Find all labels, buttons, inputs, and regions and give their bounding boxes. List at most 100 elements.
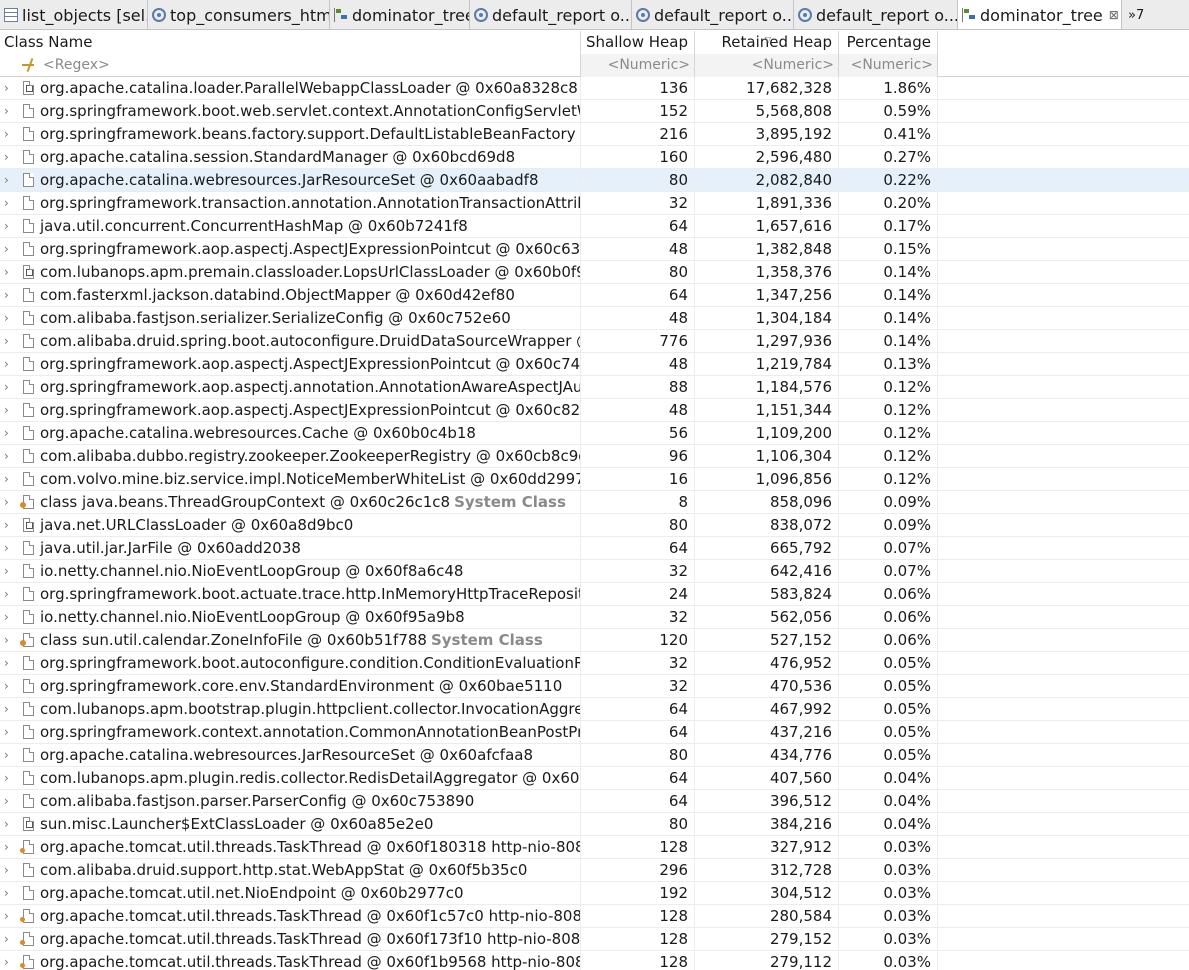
tab-top-consumers-html[interactable]: top_consumers_html	[148, 0, 330, 29]
table-row[interactable]: › org.springframework.aop.aspectj.AspectJ…	[0, 353, 1189, 376]
expand-chevron-icon[interactable]: ›	[4, 721, 14, 743]
table-row[interactable]: › java.util.concurrent.ConcurrentHashMap …	[0, 215, 1189, 238]
expand-chevron-icon[interactable]: ›	[4, 629, 14, 651]
tab-list-objects-sel[interactable]: list_objects [sel...	[0, 0, 148, 29]
table-row[interactable]: › org.apache.tomcat.util.net.NioEndpoint …	[0, 882, 1189, 905]
table-row[interactable]: › com.alibaba.fastjson.serializer.Seriali…	[0, 307, 1189, 330]
table-row[interactable]: › org.springframework.core.env.StandardEn…	[0, 675, 1189, 698]
tab-default-report-o[interactable]: default_report o...	[470, 0, 632, 29]
expand-chevron-icon[interactable]: ›	[4, 445, 14, 467]
expand-chevron-icon[interactable]: ›	[4, 215, 14, 237]
table-row[interactable]: › com.alibaba.druid.spring.boot.autoconfi…	[0, 330, 1189, 353]
expand-chevron-icon[interactable]: ›	[4, 836, 14, 858]
expand-chevron-icon[interactable]: ›	[4, 744, 14, 766]
table-row[interactable]: › com.lubanops.apm.plugin.redis.collector…	[0, 767, 1189, 790]
expand-chevron-icon[interactable]: ›	[4, 790, 14, 812]
expand-chevron-icon[interactable]: ›	[4, 100, 14, 122]
expand-chevron-icon[interactable]: ›	[4, 928, 14, 950]
retained-heap-cell: 2,596,480	[695, 146, 839, 169]
expand-chevron-icon[interactable]: ›	[4, 537, 14, 559]
expand-chevron-icon[interactable]: ›	[4, 399, 14, 421]
table-row[interactable]: › java.util.jar.JarFile @ 0x60add2038 64 66…	[0, 537, 1189, 560]
shallow-heap-filter[interactable]: <Numeric>	[581, 54, 695, 77]
table-row[interactable]: › org.apache.catalina.session.StandardMan…	[0, 146, 1189, 169]
retained-heap-filter[interactable]: <Numeric>	[695, 54, 839, 77]
expand-chevron-icon[interactable]: ›	[4, 491, 14, 513]
tab-dominator-tree[interactable]: dominator_tree	[330, 0, 470, 29]
table-row[interactable]: › sun.misc.Launcher$ExtClassLoader @ 0x60…	[0, 813, 1189, 836]
table-row[interactable]: › java.net.URLClassLoader @ 0x60a8d9bc0 80…	[0, 514, 1189, 537]
expand-chevron-icon[interactable]: ›	[4, 307, 14, 329]
class-name-filter[interactable]: <Regex>	[0, 54, 581, 77]
shallow-heap-cell: 32	[581, 652, 695, 675]
expand-chevron-icon[interactable]: ›	[4, 146, 14, 168]
table-row[interactable]: › com.lubanops.apm.premain.classloader.Lo…	[0, 261, 1189, 284]
table-row[interactable]: › org.springframework.context.annotation.…	[0, 721, 1189, 744]
expand-chevron-icon[interactable]: ›	[4, 169, 14, 191]
table-row[interactable]: › com.alibaba.druid.support.http.stat.Web…	[0, 859, 1189, 882]
table-row[interactable]: › org.springframework.aop.aspectj.AspectJ…	[0, 399, 1189, 422]
table-row[interactable]: › org.springframework.boot.actuate.trace.…	[0, 583, 1189, 606]
column-header-retained-heap[interactable]: ▽ Retained Heap	[695, 31, 839, 54]
class-name-text: org.springframework.aop.aspectj.AspectJE…	[40, 355, 581, 373]
table-row[interactable]: › com.lubanops.apm.bootstrap.plugin.httpc…	[0, 698, 1189, 721]
expand-chevron-icon[interactable]: ›	[4, 951, 14, 970]
expand-chevron-icon[interactable]: ›	[4, 767, 14, 789]
expand-chevron-icon[interactable]: ›	[4, 905, 14, 927]
expand-chevron-icon[interactable]: ›	[4, 652, 14, 674]
expand-chevron-icon[interactable]: ›	[4, 422, 14, 444]
expand-chevron-icon[interactable]: ›	[4, 284, 14, 306]
expand-chevron-icon[interactable]: ›	[4, 261, 14, 283]
table-row[interactable]: › org.apache.catalina.webresources.JarRes…	[0, 169, 1189, 192]
close-icon[interactable]: ⊠	[1109, 8, 1119, 22]
table-row[interactable]: › org.apache.tomcat.util.threads.TaskThre…	[0, 836, 1189, 859]
table-row[interactable]: › org.springframework.beans.factory.suppo…	[0, 123, 1189, 146]
expand-chevron-icon[interactable]: ›	[4, 353, 14, 375]
table-row[interactable]: › org.apache.tomcat.util.threads.TaskThre…	[0, 928, 1189, 951]
table-row[interactable]: › com.volvo.mine.biz.service.impl.NoticeM…	[0, 468, 1189, 491]
table-row[interactable]: › org.apache.catalina.loader.ParallelWeba…	[0, 77, 1189, 100]
expand-chevron-icon[interactable]: ›	[4, 77, 14, 99]
table-row[interactable]: › org.apache.tomcat.util.threads.TaskThre…	[0, 905, 1189, 928]
expand-chevron-icon[interactable]: ›	[4, 560, 14, 582]
expand-chevron-icon[interactable]: ›	[4, 698, 14, 720]
expand-chevron-icon[interactable]: ›	[4, 192, 14, 214]
expand-chevron-icon[interactable]: ›	[4, 514, 14, 536]
table-row[interactable]: › org.springframework.boot.web.servlet.co…	[0, 100, 1189, 123]
expand-chevron-icon[interactable]: ›	[4, 606, 14, 628]
table-row[interactable]: › org.apache.catalina.webresources.JarRes…	[0, 744, 1189, 767]
tab-default-report-o[interactable]: default_report o...	[632, 0, 794, 29]
expand-chevron-icon[interactable]: ›	[4, 583, 14, 605]
percentage-cell: 0.12%	[839, 422, 938, 445]
table-row[interactable]: › class java.beans.ThreadGroupContext @ 0…	[0, 491, 1189, 514]
expand-chevron-icon[interactable]: ›	[4, 675, 14, 697]
table-row[interactable]: › io.netty.channel.nio.NioEventLoopGroup …	[0, 606, 1189, 629]
table-row[interactable]: › io.netty.channel.nio.NioEventLoopGroup …	[0, 560, 1189, 583]
column-header-shallow-heap[interactable]: Shallow Heap	[581, 31, 695, 54]
table-row[interactable]: › com.alibaba.dubbo.registry.zookeeper.Zo…	[0, 445, 1189, 468]
tab-default-report-o[interactable]: default_report o...	[794, 0, 958, 29]
column-header-class-name[interactable]: Class Name	[0, 31, 581, 54]
expand-chevron-icon[interactable]: ›	[4, 330, 14, 352]
table-row[interactable]: › org.springframework.aop.aspectj.annotat…	[0, 376, 1189, 399]
table-row[interactable]: › com.fasterxml.jackson.databind.ObjectMa…	[0, 284, 1189, 307]
table-row[interactable]: › org.apache.catalina.webresources.Cache …	[0, 422, 1189, 445]
tab-dominator-tree[interactable]: dominator_tree ⊠	[958, 0, 1122, 29]
table-row[interactable]: › com.alibaba.fastjson.parser.ParserConfi…	[0, 790, 1189, 813]
column-header-percentage[interactable]: Percentage	[839, 31, 938, 54]
tab-overflow-button[interactable]: »7	[1122, 0, 1150, 29]
expand-chevron-icon[interactable]: ›	[4, 813, 14, 835]
percentage-filter[interactable]: <Numeric>	[839, 54, 938, 77]
expand-chevron-icon[interactable]: ›	[4, 376, 14, 398]
expand-chevron-icon[interactable]: ›	[4, 123, 14, 145]
table-row[interactable]: › org.springframework.boot.autoconfigure.…	[0, 652, 1189, 675]
table-row[interactable]: › org.springframework.transaction.annotat…	[0, 192, 1189, 215]
expand-chevron-icon[interactable]: ›	[4, 468, 14, 490]
table-row[interactable]: › class sun.util.calendar.ZoneInfoFile @ …	[0, 629, 1189, 652]
expand-chevron-icon[interactable]: ›	[4, 882, 14, 904]
class-icon	[20, 495, 34, 509]
expand-chevron-icon[interactable]: ›	[4, 238, 14, 260]
table-row[interactable]: › org.apache.tomcat.util.threads.TaskThre…	[0, 951, 1189, 970]
expand-chevron-icon[interactable]: ›	[4, 859, 14, 881]
table-row[interactable]: › org.springframework.aop.aspectj.AspectJ…	[0, 238, 1189, 261]
